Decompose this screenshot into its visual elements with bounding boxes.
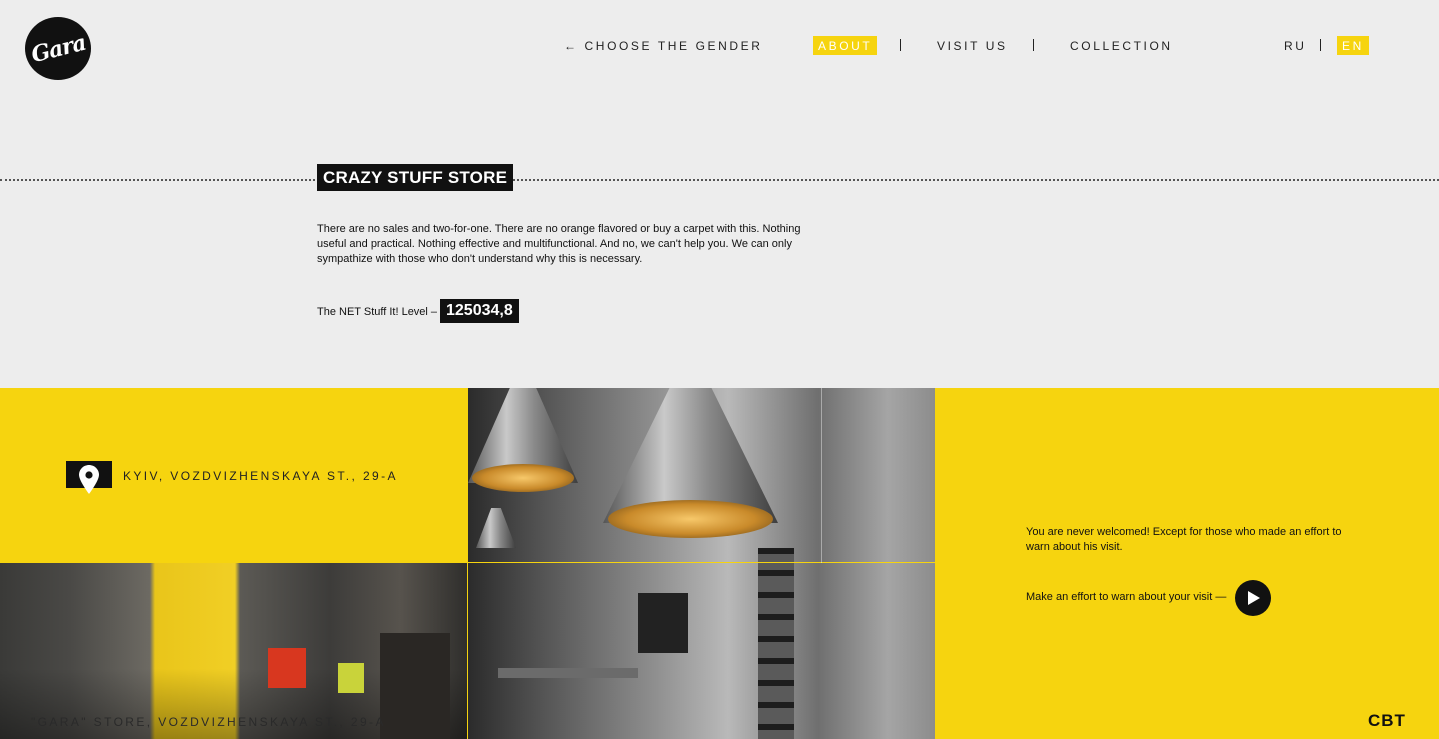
lang-en[interactable]: EN bbox=[1337, 36, 1369, 55]
nav-about[interactable]: ABOUT bbox=[813, 36, 878, 55]
nav-separator bbox=[1033, 39, 1034, 51]
map-pin-icon bbox=[79, 465, 99, 494]
table bbox=[498, 668, 638, 678]
lamp-glow bbox=[608, 500, 773, 538]
page-title: CRAZY STUFF STORE bbox=[317, 164, 514, 191]
level-label: The NET Stuff It! Level – bbox=[317, 306, 438, 318]
lang-separator bbox=[1320, 39, 1321, 51]
dotted-divider bbox=[0, 179, 1439, 181]
nav-choose-gender[interactable]: ← CHOOSE THE GENDER bbox=[564, 39, 763, 53]
map-pin-button[interactable] bbox=[66, 461, 112, 494]
ladder bbox=[758, 548, 794, 739]
photo-grid-line bbox=[467, 563, 468, 739]
lamp-shade bbox=[476, 508, 516, 548]
nav-separator bbox=[900, 39, 901, 51]
logo-text: Gara bbox=[28, 29, 88, 68]
intro-text: There are no sales and two-for-one. Ther… bbox=[317, 223, 801, 265]
level-value: 125034,8 bbox=[440, 299, 519, 323]
play-icon bbox=[1248, 591, 1260, 605]
red-chair bbox=[268, 648, 306, 688]
yellow-stool bbox=[338, 663, 364, 693]
store-photo-caption: "GARA" STORE, VOZDVIZHENSKAYA ST., 29-A bbox=[31, 715, 386, 729]
logo[interactable]: Gara bbox=[25, 17, 91, 80]
address-text: KYIV, VOZDVIZHENSKAYA ST., 29-A bbox=[123, 469, 398, 483]
photo-grid-line bbox=[821, 388, 822, 563]
nav-visit-us[interactable]: VISIT US bbox=[937, 39, 1008, 53]
visit-panel bbox=[935, 388, 1439, 739]
lamps-photo bbox=[468, 388, 935, 739]
store-interior-photo bbox=[0, 563, 468, 739]
page: Gara ← CHOOSE THE GENDER ABOUT VISIT US … bbox=[0, 0, 1439, 739]
photo-grid-line bbox=[468, 562, 935, 563]
lang-ru[interactable]: RU bbox=[1284, 39, 1307, 53]
warn-visit-button[interactable] bbox=[1235, 580, 1271, 616]
clothing-rack bbox=[380, 633, 450, 739]
lamp-glow bbox=[472, 464, 574, 492]
nav-collection[interactable]: COLLECTION bbox=[1070, 39, 1173, 53]
warn-label: Make an effort to warn about your visit … bbox=[1026, 591, 1227, 603]
bag bbox=[638, 593, 688, 653]
welcome-text: You are never welcomed! Except for those… bbox=[1026, 526, 1342, 553]
footer-mark: CBT bbox=[1368, 711, 1406, 730]
